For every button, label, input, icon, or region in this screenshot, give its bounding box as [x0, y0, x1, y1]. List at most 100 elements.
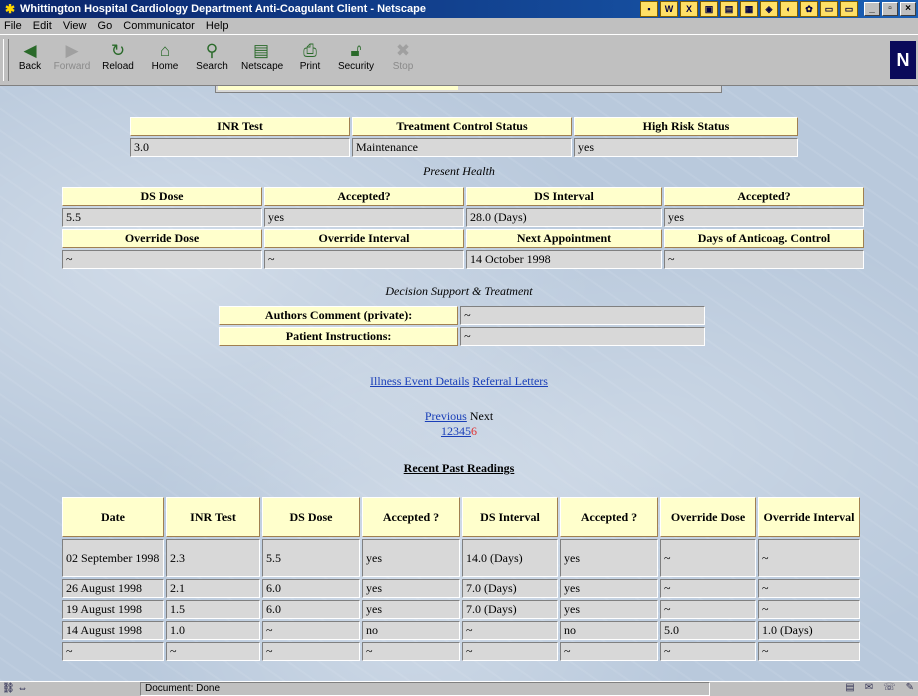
value-days-of-anticoag-control: ~ — [664, 250, 864, 269]
folder-icon[interactable]: ▭ — [820, 1, 838, 17]
patient-instructions-label: Patient Instructions: — [219, 327, 459, 346]
col-header-ds-dose: DS Dose — [262, 497, 360, 537]
shortcut-icon[interactable]: ◈ — [760, 1, 778, 17]
cell-override-dose: 5.0 — [660, 621, 756, 640]
table-row: 26 August 1998 2.1 6.0 yes 7.0 (Days) ye… — [62, 579, 860, 598]
value-accepted: yes — [664, 208, 864, 227]
value-inr-test: 3.0 — [130, 138, 350, 157]
status-table: INR Test Treatment Control Status High R… — [128, 115, 800, 159]
folder-icon[interactable]: ▭ — [840, 1, 858, 17]
header-override-interval: Override Interval — [264, 229, 464, 248]
page-content: INR Test Treatment Control Status High R… — [0, 86, 918, 681]
value-next-appointment: 14 October 1998 — [466, 250, 662, 269]
menu-view[interactable]: View — [59, 18, 91, 34]
cell-override-interval: ~ — [758, 600, 860, 619]
cell-override-interval: ~ — [758, 579, 860, 598]
forward-button[interactable]: ▶ Forward — [52, 41, 92, 72]
cell-inr: 2.3 — [166, 539, 260, 577]
cell-override-dose: ~ — [660, 539, 756, 577]
header-inr-test: INR Test — [130, 117, 350, 136]
composer-icon[interactable]: ✎ — [906, 682, 914, 693]
shortcut-icon[interactable]: ▣ — [700, 1, 718, 17]
cell-accepted: yes — [362, 579, 460, 598]
header-next-appointment: Next Appointment — [466, 229, 662, 248]
word-icon[interactable]: W — [660, 1, 678, 17]
cell-override-dose: ~ — [660, 600, 756, 619]
referral-letters-link[interactable]: Referral Letters — [472, 374, 548, 388]
excel-icon[interactable]: X — [680, 1, 698, 17]
cell-accepted: yes — [560, 579, 658, 598]
header-accepted: Accepted? — [664, 187, 864, 206]
mail-icon[interactable]: ✉ — [865, 682, 873, 693]
forward-arrow-icon: ▶ — [65, 41, 79, 60]
cell-accepted: yes — [362, 600, 460, 619]
previous-link[interactable]: Previous — [425, 409, 467, 423]
shortcut-icon[interactable]: ◐ — [780, 1, 798, 17]
cell-inr: ~ — [166, 642, 260, 661]
shortcut-icon[interactable]: ▪ — [640, 1, 658, 17]
cell-ds-interval: 14.0 (Days) — [462, 539, 558, 577]
stop-button[interactable]: ✖ Stop — [383, 41, 423, 72]
maximize-icon[interactable]: ▫ — [882, 2, 898, 16]
cell-ds-interval: ~ — [462, 621, 558, 640]
security-button[interactable]: 🔓︎ Security — [336, 41, 376, 72]
print-button[interactable]: ⎙ Print — [290, 41, 330, 72]
decision-support-label: Decision Support & Treatment — [385, 284, 533, 298]
illness-event-details-link[interactable]: Illness Event Details — [370, 374, 469, 388]
menu-go[interactable]: Go — [94, 18, 117, 34]
menu-edit[interactable]: Edit — [29, 18, 56, 34]
col-header-accepted: Accepted ? — [560, 497, 658, 537]
shortcut-icon[interactable]: ✿ — [800, 1, 818, 17]
detail-links: Illness Event Details Referral Letters — [0, 374, 918, 389]
search-button[interactable]: ⚲ Search — [192, 41, 232, 72]
cell-accepted: ~ — [362, 642, 460, 661]
cell-ds-dose: ~ — [262, 621, 360, 640]
menu-communicator[interactable]: Communicator — [119, 18, 199, 34]
col-header-ds-interval: DS Interval — [462, 497, 558, 537]
value-accepted: yes — [264, 208, 464, 227]
toolbar-grip[interactable] — [3, 39, 9, 81]
security-status-icon[interactable]: ⛓ ⇔ — [2, 683, 62, 694]
search-icon: ⚲ — [205, 41, 219, 60]
menu-help[interactable]: Help — [202, 18, 233, 34]
cell-date: ~ — [62, 642, 164, 661]
menu-file[interactable]: File — [0, 18, 26, 34]
cell-accepted: no — [362, 621, 460, 640]
col-header-override-dose: Override Dose — [660, 497, 756, 537]
minimize-icon[interactable]: _ — [864, 2, 880, 16]
cell-ds-interval: ~ — [462, 642, 558, 661]
dose-table: DS Dose Accepted? DS Interval Accepted? … — [60, 185, 866, 271]
cell-inr: 2.1 — [166, 579, 260, 598]
netscape-logo: N — [890, 41, 916, 79]
cell-override-interval: 1.0 (Days) — [758, 621, 860, 640]
authors-comment-value: ~ — [460, 306, 705, 325]
reload-button[interactable]: ↻ Reload — [98, 41, 138, 72]
recent-readings-table: Date INR Test DS Dose Accepted ? DS Inte… — [60, 495, 862, 663]
cell-accepted: ~ — [560, 642, 658, 661]
navigator-icon[interactable]: ▤ — [845, 682, 854, 693]
back-button[interactable]: ◀ Back — [10, 41, 50, 72]
security-lock-icon: 🔓︎ — [350, 41, 362, 60]
reload-icon: ↻ — [110, 41, 126, 60]
close-icon[interactable]: × — [900, 2, 916, 16]
col-header-inr-test: INR Test — [166, 497, 260, 537]
back-arrow-icon: ◀ — [23, 41, 37, 60]
cell-accepted: yes — [560, 600, 658, 619]
shortcut-icon[interactable]: ▤ — [720, 1, 738, 17]
discussion-icon[interactable]: ☏ — [883, 682, 896, 693]
taskbar-shortcuts: ▪ W X ▣ ▤ ▦ ◈ ◐ ✿ ▭ ▭ — [640, 1, 858, 17]
shortcut-icon[interactable]: ▦ — [740, 1, 758, 17]
home-button[interactable]: ⌂ Home — [145, 41, 185, 72]
pager: Previous Next 123456 — [0, 409, 918, 439]
cell-accepted: yes — [362, 539, 460, 577]
cell-override-dose: ~ — [660, 579, 756, 598]
netscape-button[interactable]: ▤ Netscape — [241, 41, 283, 72]
value-ds-interval: 28.0 (Days) — [466, 208, 662, 227]
patient-instructions-value: ~ — [460, 327, 705, 346]
print-icon: ⎙ — [303, 41, 317, 60]
window-title: Whittington Hospital Cardiology Departme… — [20, 3, 426, 15]
netscape-app-icon: ✱ — [4, 2, 16, 16]
current-page: 6 — [471, 424, 477, 438]
header-high-risk-status: High Risk Status — [574, 117, 798, 136]
cell-date: 02 September 1998 — [62, 539, 164, 577]
